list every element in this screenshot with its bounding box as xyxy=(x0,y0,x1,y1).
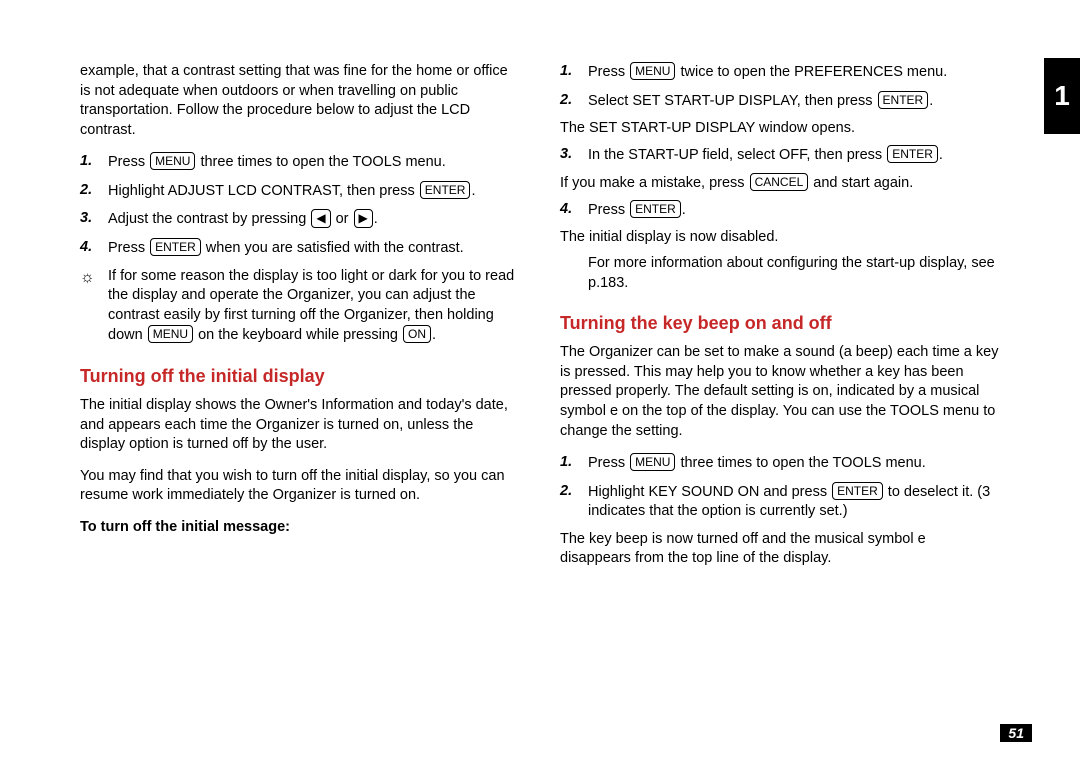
step-body: Highlight ADJUST LCD CONTRAST, then pres… xyxy=(108,181,520,202)
step-number: 1. xyxy=(560,453,588,474)
note: The initial display is now disabled. xyxy=(560,228,1000,248)
step-body: Press ENTER when you are satisfied with … xyxy=(108,238,520,259)
initial-display-steps-cont: 3. In the START-UP field, select OFF, th… xyxy=(560,145,1000,166)
step-number: 2. xyxy=(80,181,108,202)
note: The SET START-UP DISPLAY window opens. xyxy=(560,119,1000,139)
step-body: Press MENU three times to open the TOOLS… xyxy=(588,453,1000,474)
text: twice to open the PREFERENCES menu. xyxy=(676,64,947,80)
text: . xyxy=(471,183,475,199)
note: If you make a mistake, press CANCEL and … xyxy=(560,173,1000,194)
key-beep-steps: 1. Press MENU three times to open the TO… xyxy=(560,453,1000,522)
text: Highlight KEY SOUND ON and press xyxy=(588,484,831,500)
text: Select SET START-UP DISPLAY, then press xyxy=(588,93,877,109)
text: or xyxy=(332,211,353,227)
text: . xyxy=(682,202,686,218)
enter-key: ENTER xyxy=(832,482,883,500)
page-content: example, that a contrast setting that wa… xyxy=(0,0,1080,621)
enter-key: ENTER xyxy=(887,145,938,163)
menu-key: MENU xyxy=(148,325,193,343)
subheading: To turn off the initial message: xyxy=(80,518,520,538)
chapter-tab: 1 xyxy=(1044,58,1080,134)
text: . xyxy=(929,93,933,109)
menu-key: MENU xyxy=(150,152,195,170)
text: on the keyboard while pressing xyxy=(194,327,402,343)
page-number: 51 xyxy=(1000,724,1032,742)
left-column: example, that a contrast setting that wa… xyxy=(80,62,520,581)
lightbulb-icon: ☼ xyxy=(80,267,108,346)
text: . xyxy=(939,147,943,163)
step-number: 2. xyxy=(560,91,588,112)
text: three times to open the TOOLS menu. xyxy=(676,455,925,471)
enter-key: ENTER xyxy=(420,181,471,199)
cancel-key: CANCEL xyxy=(750,173,809,191)
step-number: 1. xyxy=(560,62,588,83)
text: . xyxy=(432,327,436,343)
initial-display-steps: 1. Press MENU twice to open the PREFEREN… xyxy=(560,62,1000,111)
text: . xyxy=(374,211,378,227)
step-number: 3. xyxy=(80,209,108,230)
step-body: Select SET START-UP DISPLAY, then press … xyxy=(588,91,1000,112)
text: Press xyxy=(588,64,629,80)
text: Press xyxy=(588,202,629,218)
paragraph: The Organizer can be set to make a sound… xyxy=(560,343,1000,441)
text: In the START-UP field, select OFF, then … xyxy=(588,147,886,163)
step-number: 4. xyxy=(80,238,108,259)
enter-key: ENTER xyxy=(878,91,929,109)
step-body: In the START-UP field, select OFF, then … xyxy=(588,145,1000,166)
menu-key: MENU xyxy=(630,62,675,80)
step-number: 1. xyxy=(80,152,108,173)
on-key: ON xyxy=(403,325,431,343)
contrast-steps: 1. Press MENU three times to open the TO… xyxy=(80,152,520,258)
step-number: 4. xyxy=(560,200,588,221)
paragraph: You may find that you wish to turn off t… xyxy=(80,467,520,506)
step-body: Adjust the contrast by pressing ◀ or ▶. xyxy=(108,209,520,230)
paragraph: The key beep is now turned off and the m… xyxy=(560,530,1000,569)
text: Press xyxy=(588,455,629,471)
text: and start again. xyxy=(809,175,913,191)
enter-key: ENTER xyxy=(150,238,201,256)
step-body: Press MENU three times to open the TOOLS… xyxy=(108,152,520,173)
text: three times to open the TOOLS menu. xyxy=(196,154,445,170)
text: Press xyxy=(108,154,149,170)
tip: ☼ If for some reason the display is too … xyxy=(80,267,520,346)
left-key: ◀ xyxy=(311,209,330,227)
menu-key: MENU xyxy=(630,453,675,471)
paragraph: The initial display shows the Owner's In… xyxy=(80,396,520,455)
info-paragraph: For more information about configuring t… xyxy=(588,254,1000,293)
text: If you make a mistake, press xyxy=(560,175,749,191)
step-body: Highlight KEY SOUND ON and press ENTER t… xyxy=(588,482,1000,522)
right-column: 1. Press MENU twice to open the PREFEREN… xyxy=(560,62,1000,581)
right-key: ▶ xyxy=(354,209,373,227)
text: when you are satisfied with the contrast… xyxy=(202,240,464,256)
enter-key: ENTER xyxy=(630,200,681,218)
text: Highlight ADJUST LCD CONTRAST, then pres… xyxy=(108,183,419,199)
step-number: 2. xyxy=(560,482,588,522)
tip-body: If for some reason the display is too li… xyxy=(108,267,520,346)
text: Press xyxy=(108,240,149,256)
section-title-key-beep: Turning the key beep on and off xyxy=(560,311,1000,335)
intro-paragraph: example, that a contrast setting that wa… xyxy=(80,62,520,140)
text: Adjust the contrast by pressing xyxy=(108,211,310,227)
step-number: 3. xyxy=(560,145,588,166)
section-title-initial-display: Turning off the initial display xyxy=(80,364,520,388)
step-body: Press ENTER. xyxy=(588,200,1000,221)
initial-display-steps-cont2: 4. Press ENTER. xyxy=(560,200,1000,221)
step-body: Press MENU twice to open the PREFERENCES… xyxy=(588,62,1000,83)
